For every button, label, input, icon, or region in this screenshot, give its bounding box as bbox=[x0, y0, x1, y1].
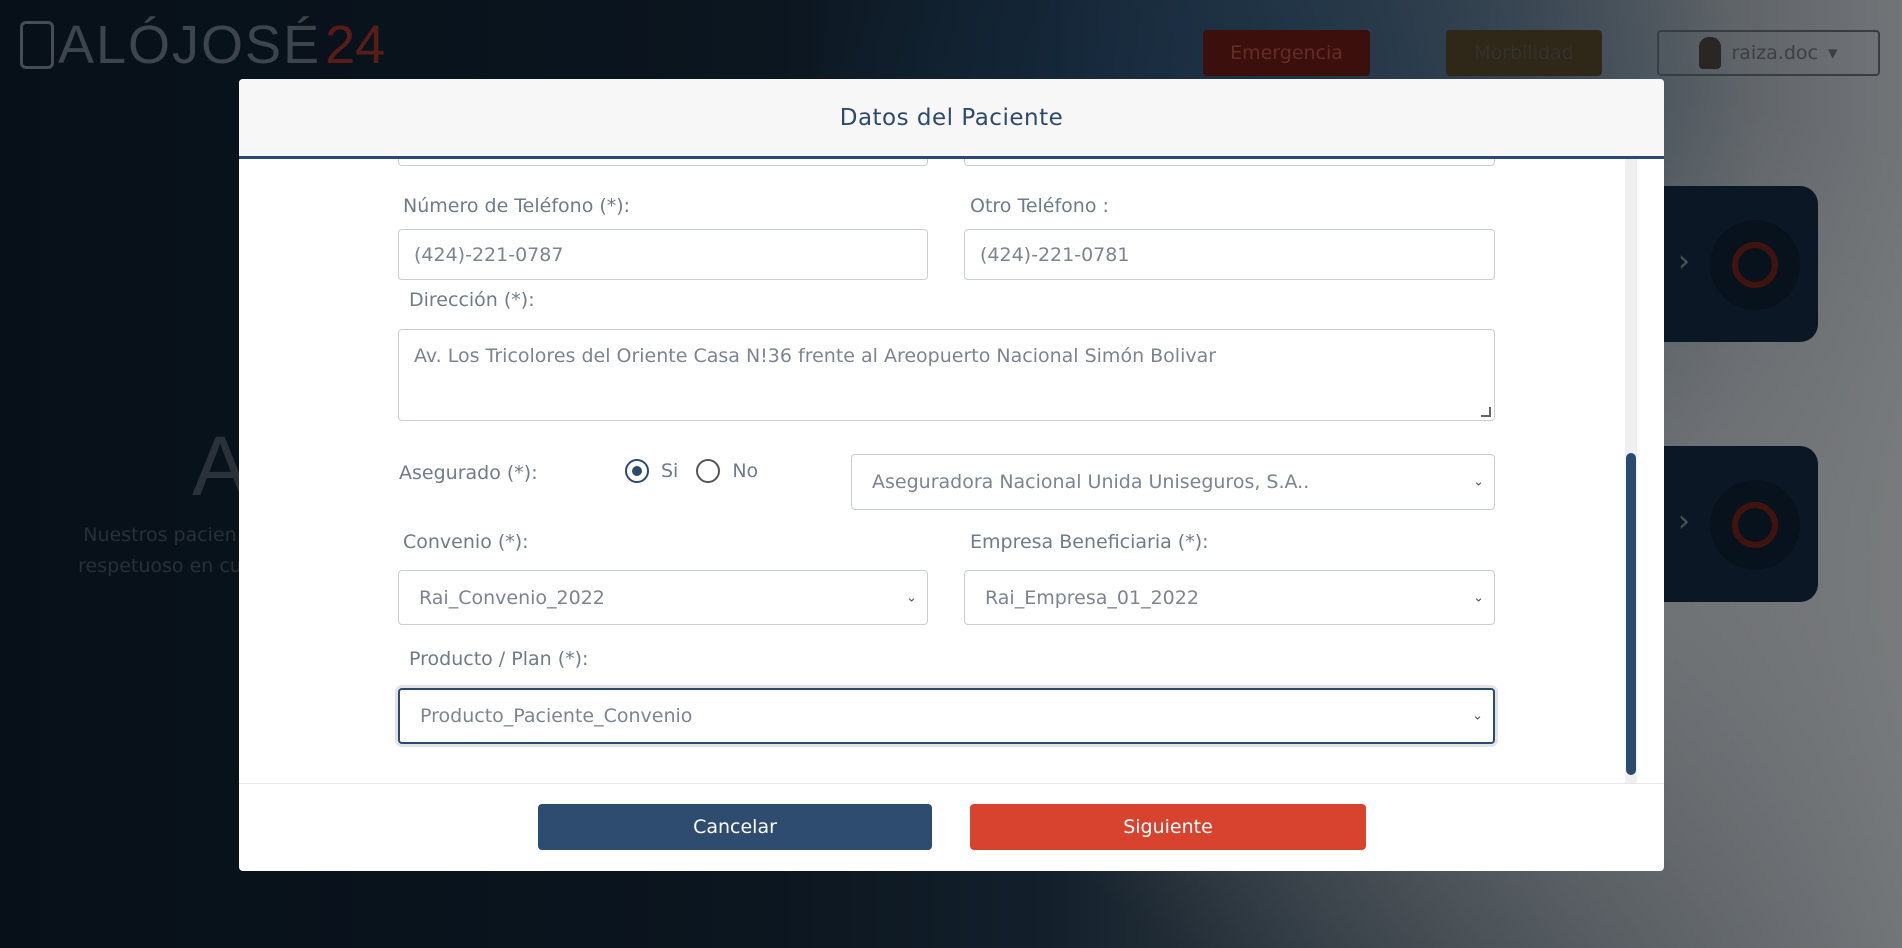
address-textarea[interactable]: Av. Los Tricolores del Oriente Casa N!36… bbox=[398, 329, 1495, 421]
modal-header: Datos del Paciente bbox=[239, 79, 1664, 159]
modal-footer: Cancelar Siguiente bbox=[239, 783, 1664, 871]
resize-handle-icon[interactable] bbox=[1481, 407, 1491, 417]
company-value: Rai_Empresa_01_2022 bbox=[985, 586, 1199, 609]
radio-unchecked-icon bbox=[696, 459, 721, 483]
agreement-select[interactable]: Rai_Convenio_2022 ⌄ bbox=[398, 570, 928, 625]
chevron-down-icon: ⌄ bbox=[906, 590, 917, 605]
product-value: Producto_Paciente_Convenio bbox=[420, 705, 693, 727]
scrollbar-thumb[interactable] bbox=[1626, 453, 1636, 775]
other-phone-label: Otro Teléfono : bbox=[970, 195, 1109, 217]
product-label: Producto / Plan (*): bbox=[409, 648, 589, 670]
next-button[interactable]: Siguiente bbox=[970, 804, 1366, 850]
patient-data-modal: Datos del Paciente Número de Teléfono (*… bbox=[239, 79, 1664, 871]
chevron-down-icon: ⌄ bbox=[1473, 590, 1484, 605]
chevron-down-icon: ⌄ bbox=[1473, 474, 1484, 490]
product-select[interactable]: Producto_Paciente_Convenio ⌄ bbox=[398, 688, 1495, 744]
modal-body[interactable]: Número de Teléfono (*): (424)-221-0787 O… bbox=[239, 159, 1664, 783]
radio-checked-icon bbox=[625, 459, 649, 483]
insured-no-radio[interactable]: No bbox=[696, 459, 758, 483]
other-phone-input[interactable]: (424)-221-0781 bbox=[964, 229, 1495, 280]
cancel-button[interactable]: Cancelar bbox=[538, 804, 932, 850]
insurer-value: Aseguradora Nacional Unida Uniseguros, S… bbox=[872, 471, 1310, 493]
address-label: Dirección (*): bbox=[409, 289, 535, 311]
insured-yes-radio[interactable]: Si bbox=[625, 459, 678, 483]
insured-label: Asegurado (*): bbox=[399, 462, 538, 484]
modal-scrollbar[interactable] bbox=[1625, 159, 1637, 783]
company-select[interactable]: Rai_Empresa_01_2022 ⌄ bbox=[964, 570, 1495, 625]
insured-radio-group: Si No bbox=[625, 459, 758, 483]
chevron-down-icon: ⌄ bbox=[1472, 708, 1483, 724]
clipped-input-left[interactable] bbox=[398, 159, 928, 166]
phone-input[interactable]: (424)-221-0787 bbox=[398, 229, 928, 280]
agreement-value: Rai_Convenio_2022 bbox=[419, 586, 605, 609]
clipped-input-right[interactable] bbox=[964, 159, 1495, 166]
phone-label: Número de Teléfono (*): bbox=[403, 195, 631, 217]
insured-no-label: No bbox=[732, 460, 759, 482]
modal-title: Datos del Paciente bbox=[839, 104, 1064, 131]
agreement-label: Convenio (*): bbox=[403, 531, 529, 553]
insured-yes-label: Si bbox=[661, 460, 679, 482]
insurer-select[interactable]: Aseguradora Nacional Unida Uniseguros, S… bbox=[851, 454, 1495, 510]
company-label: Empresa Beneficiaria (*): bbox=[970, 531, 1209, 553]
address-value: Av. Los Tricolores del Oriente Casa N!36… bbox=[414, 345, 1217, 367]
